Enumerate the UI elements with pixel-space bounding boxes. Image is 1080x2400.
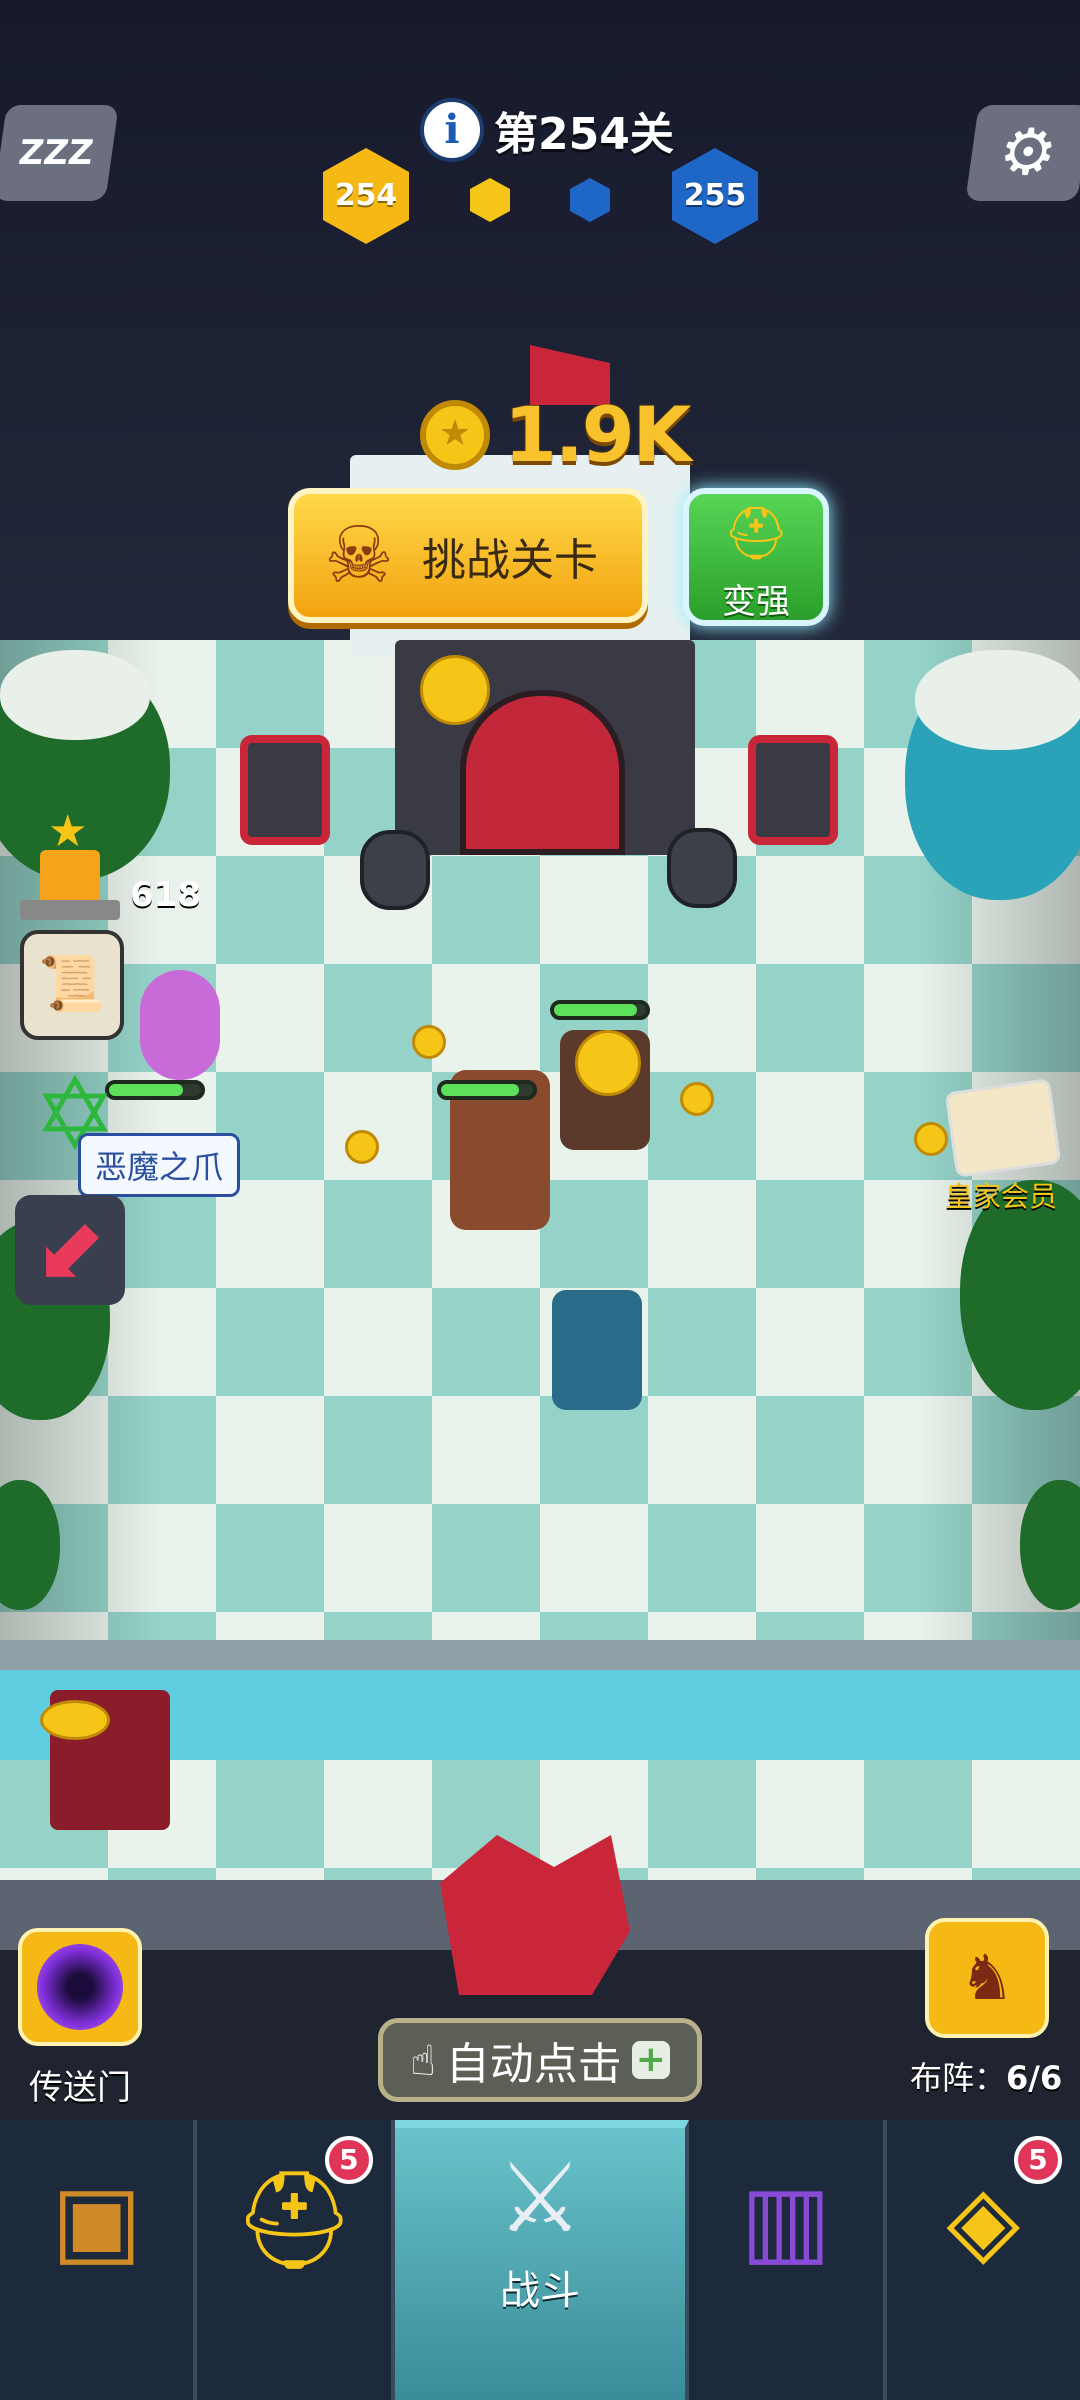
- level-reward: ★ 1.9K: [420, 390, 692, 479]
- demon-claw-label: 恶魔之爪: [78, 1133, 241, 1197]
- challenge-label: 挑战关卡: [422, 534, 598, 586]
- portal-button[interactable]: [18, 1928, 142, 2046]
- tab-heroes[interactable]: ⛑ 5: [197, 2120, 395, 2400]
- upgrade-label: 变强: [722, 582, 790, 622]
- auto-click-label: 自动点击: [445, 2039, 622, 2090]
- amulet-badge: 5: [1014, 2136, 1062, 2184]
- formation-count: 6/6: [1006, 2059, 1063, 2097]
- gear-icon: ⚙: [994, 116, 1062, 190]
- gold-coin-icon: [575, 1030, 641, 1096]
- brazier-right: [748, 735, 838, 845]
- ally-wizard: [140, 970, 220, 1080]
- gold-coin-icon: [420, 655, 490, 725]
- red-dragon: [440, 1835, 630, 1995]
- settings-button[interactable]: ⚙: [965, 105, 1080, 201]
- reward-amount: 1.9K: [504, 390, 692, 479]
- plus-icon: +: [631, 2041, 670, 2079]
- formation-label: 布阵：: [910, 2059, 1007, 2097]
- scroll-icon[interactable]: 📜: [20, 930, 124, 1040]
- level-indicator: i 第254关: [420, 95, 680, 165]
- gold-coin-icon: ★: [420, 399, 490, 470]
- trophy-icon[interactable]: ★: [20, 810, 120, 920]
- brazier-left: [240, 735, 330, 845]
- hero-badge: 5: [324, 2136, 373, 2184]
- hero-knight: [552, 1290, 642, 1410]
- formation-status: 布阵：6/6: [910, 2053, 1062, 2099]
- portal-label: 传送门: [29, 2068, 131, 2108]
- chest-icon: ▣: [51, 2164, 143, 2276]
- arrow-icon[interactable]: ⬋: [15, 1195, 125, 1305]
- skull-icon: ☠: [324, 510, 394, 601]
- formation-icon: ♞: [959, 1941, 1015, 2014]
- gold-coin-icon: [40, 1700, 110, 1740]
- level-title: 第254关: [494, 109, 674, 160]
- bottom-tab-bar: ▣ ⛑ 5 ⚔ 战斗 ▥ ◈ 5: [0, 2120, 1080, 2400]
- enemy-hp-bar-2: [550, 1000, 650, 1020]
- formation-button[interactable]: ♞: [925, 1918, 1049, 2038]
- info-icon[interactable]: i: [420, 98, 484, 162]
- gold-coin-icon: [680, 1082, 714, 1116]
- enemy-hp-bar: [437, 1080, 537, 1100]
- sleep-button[interactable]: ZZZ: [0, 105, 119, 201]
- castle-door: [460, 690, 625, 855]
- tab-amulet[interactable]: ◈ 5: [887, 2120, 1080, 2400]
- helmet-icon: ⛑: [722, 504, 789, 564]
- amulet-icon: ◈: [946, 2164, 1021, 2276]
- gold-coin-icon: [345, 1130, 379, 1164]
- trophy-count: 618: [130, 875, 201, 915]
- barrel-left: [360, 830, 430, 910]
- tap-icon: ☝: [410, 2035, 436, 2085]
- royal-member-label: 皇家会员: [945, 1180, 1058, 1213]
- portal-icon: [37, 1944, 123, 2030]
- spellbook-icon: ▥: [740, 2164, 832, 2276]
- auto-click-button[interactable]: ☝ 自动点击 +: [378, 2018, 702, 2102]
- snow-right: [915, 650, 1080, 750]
- tab-battle[interactable]: ⚔ 战斗: [394, 2120, 690, 2400]
- tab-chest[interactable]: ▣: [0, 2120, 198, 2400]
- royal-member-card[interactable]: [944, 1078, 1062, 1178]
- snow-left: [0, 650, 150, 740]
- tab-spellbook[interactable]: ▥: [689, 2120, 887, 2400]
- gold-coin-icon: [914, 1122, 948, 1156]
- zzz-icon: ZZZ: [16, 133, 96, 173]
- upgrade-button[interactable]: ⛑ 变强: [683, 488, 829, 626]
- battle-tab-label: 战斗: [500, 2268, 580, 2314]
- crossed-swords-icon: ⚔: [496, 2142, 584, 2254]
- challenge-level-button[interactable]: ☠ 挑战关卡: [288, 488, 648, 623]
- board-ledge: [0, 1640, 1080, 1670]
- barrel-right: [667, 828, 737, 908]
- gold-coin-icon: [412, 1025, 446, 1059]
